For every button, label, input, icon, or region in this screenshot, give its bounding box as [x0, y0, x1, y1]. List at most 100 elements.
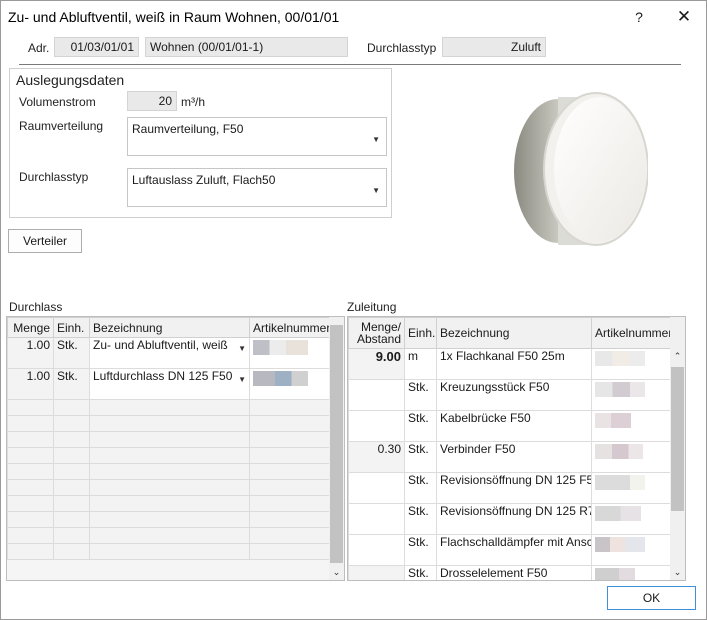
cell-bezeichnung[interactable]: 1x Flachkanal F50 25m	[436, 348, 592, 380]
cell-artikelnummer[interactable]	[249, 337, 330, 369]
cell-bezeichnung: Zu- und Abluftventil, weiß	[93, 338, 228, 353]
table-row[interactable]: Stk. Revisionsöffnung DN 125 F50	[348, 472, 671, 504]
cell-bezeichnung-select[interactable]: Zu- und Abluftventil, weiß ▼	[89, 337, 250, 369]
raumverteilung-label: Raumverteilung	[19, 119, 104, 133]
col-bezeichnung[interactable]: Bezeichnung	[436, 317, 592, 349]
cell-bezeichnung: Luftdurchlass DN 125 F50	[93, 369, 233, 384]
chevron-down-icon: ▼	[372, 186, 380, 195]
cell-menge[interactable]: 9.00	[348, 348, 405, 380]
cell-einh[interactable]: m	[404, 348, 437, 380]
table-row[interactable]: Stk. Drosselelement F50	[348, 565, 671, 580]
help-button[interactable]: ?	[627, 5, 651, 29]
col-menge-abstand[interactable]: Menge/ Abstand	[348, 317, 405, 349]
redacted-article-number	[595, 475, 645, 490]
cell-bezeichnung[interactable]: Revisionsöffnung DN 125 R75	[436, 503, 592, 535]
cell-artikelnummer[interactable]	[591, 441, 671, 473]
table-row[interactable]: 9.00 m 1x Flachkanal F50 25m	[348, 348, 671, 380]
durchlasstyp-select[interactable]: Luftauslass Zuluft, Flach50 ▼	[127, 168, 387, 207]
cell-artikelnummer[interactable]	[591, 379, 671, 411]
cell-einh[interactable]: Stk.	[53, 368, 90, 400]
durchlasstyp-header-label: Durchlasstyp	[367, 41, 437, 55]
cell-einh[interactable]: Stk.	[404, 565, 437, 580]
col-einh[interactable]: Einh.	[404, 317, 437, 349]
close-button[interactable]: ✕	[671, 5, 697, 29]
cell-einh[interactable]: Stk.	[53, 337, 90, 369]
durchlass-grid: Menge Einh. Bezeichnung Artikelnummer 1.…	[6, 316, 345, 581]
cell-einh[interactable]: Stk.	[404, 472, 437, 504]
col-bezeichnung[interactable]: Bezeichnung	[89, 317, 250, 338]
cell-bezeichnung[interactable]: Revisionsöffnung DN 125 F50	[436, 472, 592, 504]
window-title: Zu- und Abluftventil, weiß in Raum Wohne…	[8, 9, 340, 25]
scroll-up-icon[interactable]: ⌃	[670, 351, 685, 362]
col-artikelnummer[interactable]: Artikelnummer	[249, 317, 330, 338]
cell-menge[interactable]	[348, 472, 405, 504]
product-image	[496, 85, 649, 247]
cell-menge[interactable]	[348, 503, 405, 535]
cell-menge[interactable]: 1.00	[7, 368, 54, 400]
col-einh[interactable]: Einh.	[53, 317, 90, 338]
durchlasstyp-label: Durchlasstyp	[19, 170, 89, 184]
zuleitung-title: Zuleitung	[347, 300, 397, 314]
scrollbar-thumb[interactable]	[671, 367, 684, 511]
cell-artikelnummer[interactable]	[591, 565, 671, 580]
cell-bezeichnung[interactable]: Verbinder F50	[436, 441, 592, 473]
cell-einh[interactable]: Stk.	[404, 379, 437, 411]
cell-bezeichnung[interactable]: Drosselelement F50	[436, 565, 592, 580]
ok-button[interactable]: OK	[607, 586, 696, 610]
cell-menge[interactable]: 1.00	[7, 337, 54, 369]
raumverteilung-select[interactable]: Raumverteilung, F50 ▼	[127, 117, 387, 156]
table-row[interactable]: Stk. Kreuzungsstück F50	[348, 379, 671, 411]
durchlasstyp-value: Luftauslass Zuluft, Flach50	[132, 173, 276, 187]
cell-bezeichnung-select[interactable]: Luftdurchlass DN 125 F50 ▼	[89, 368, 250, 400]
table-row[interactable]: 1.00 Stk. Luftdurchlass DN 125 F50 ▼	[7, 368, 330, 400]
cell-einh[interactable]: Stk.	[404, 534, 437, 566]
col-artikelnummer[interactable]: Artikelnummer	[591, 317, 672, 349]
title-bar: Zu- und Abluftventil, weiß in Raum Wohne…	[1, 1, 706, 33]
cell-menge[interactable]	[348, 410, 405, 442]
verteiler-button[interactable]: Verteiler	[8, 229, 82, 253]
redacted-article-number	[595, 506, 641, 521]
redacted-article-number	[595, 444, 643, 459]
table-row[interactable]: Stk. Flachschalldämpfer mit Anschl...	[348, 534, 671, 566]
col-menge[interactable]: Menge	[7, 317, 54, 338]
cell-artikelnummer[interactable]	[249, 368, 330, 400]
cell-bezeichnung[interactable]: Kabelbrücke F50	[436, 410, 592, 442]
scrollbar-thumb[interactable]	[330, 325, 343, 563]
cell-artikelnummer[interactable]	[591, 410, 671, 442]
zuleitung-scrollbar[interactable]: ⌃ ⌄	[670, 317, 685, 580]
cell-bezeichnung[interactable]: Kreuzungsstück F50	[436, 379, 592, 411]
cell-einh[interactable]: Stk.	[404, 410, 437, 442]
redacted-article-number	[595, 568, 635, 580]
cell-menge[interactable]	[348, 379, 405, 411]
zuleitung-grid: Menge/ Abstand Einh. Bezeichnung Artikel…	[347, 316, 686, 581]
cell-artikelnummer[interactable]	[591, 534, 671, 566]
scroll-down-icon[interactable]: ⌄	[329, 567, 344, 578]
durchlass-scrollbar[interactable]: ⌄	[329, 317, 344, 580]
cell-artikelnummer[interactable]	[591, 472, 671, 504]
cell-menge[interactable]: 0.30	[348, 441, 405, 473]
chevron-down-icon[interactable]: ▼	[238, 375, 246, 384]
adr-label: Adr.	[28, 41, 50, 55]
table-row[interactable]: 1.00 Stk. Zu- und Abluftventil, weiß ▼	[7, 337, 330, 369]
cell-artikelnummer[interactable]	[591, 348, 671, 380]
table-row[interactable]: 0.30 Stk. Verbinder F50	[348, 441, 671, 473]
redacted-article-number	[253, 371, 308, 386]
redacted-article-number	[595, 351, 645, 366]
cell-einh[interactable]: Stk.	[404, 503, 437, 535]
table-row[interactable]: Stk. Revisionsöffnung DN 125 R75	[348, 503, 671, 535]
room-field: Wohnen (00/01/01-1)	[145, 37, 348, 57]
volumenstrom-input[interactable]: 20	[127, 91, 177, 111]
scroll-down-icon[interactable]: ⌄	[670, 567, 685, 578]
header-divider	[19, 64, 681, 65]
adr-field: 01/03/01/01	[54, 37, 139, 57]
table-row[interactable]: Stk. Kabelbrücke F50	[348, 410, 671, 442]
redacted-article-number	[595, 413, 631, 428]
cell-menge[interactable]	[348, 565, 405, 580]
redacted-article-number	[253, 340, 308, 355]
cell-menge[interactable]	[348, 534, 405, 566]
cell-einh[interactable]: Stk.	[404, 441, 437, 473]
cell-artikelnummer[interactable]	[591, 503, 671, 535]
chevron-down-icon[interactable]: ▼	[238, 344, 246, 353]
cell-bezeichnung[interactable]: Flachschalldämpfer mit Anschl...	[436, 534, 592, 566]
volumenstrom-label: Volumenstrom	[19, 95, 96, 109]
